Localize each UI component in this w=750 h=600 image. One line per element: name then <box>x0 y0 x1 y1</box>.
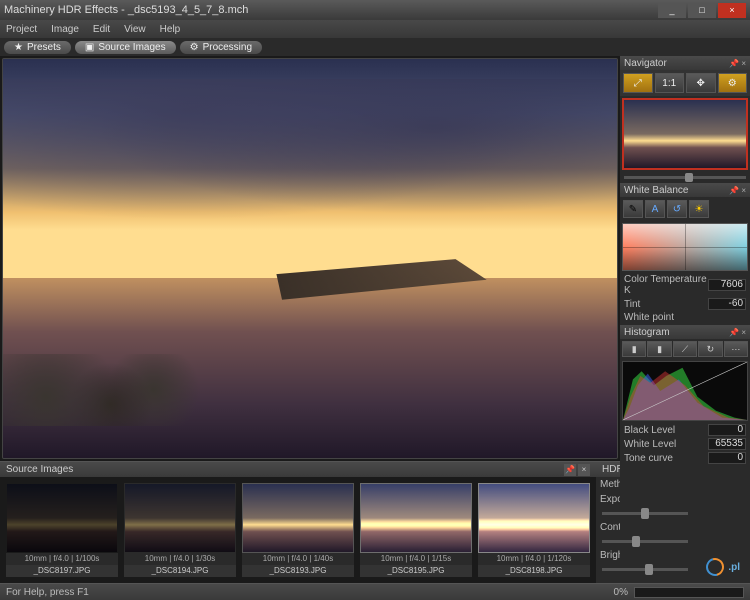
nav-1to1-button[interactable]: 1:1 <box>655 73 685 93</box>
wb-tint-value[interactable]: -60 <box>708 298 746 310</box>
wb-auto-button[interactable]: A <box>645 200 665 218</box>
thumb-filename: _DSC8198.JPG <box>478 565 590 577</box>
thumb-image <box>124 483 236 553</box>
close-icon[interactable]: × <box>741 328 746 337</box>
black-level-label: Black Level <box>624 425 708 436</box>
progress-label: 0% <box>614 587 628 598</box>
pin-icon[interactable]: 📌 <box>729 59 739 68</box>
nav-options-button[interactable]: ⚙ <box>718 73 748 93</box>
thumb-filename: _DSC8197.JPG <box>6 565 118 577</box>
grid-icon: ▣ <box>85 42 94 53</box>
black-level-value[interactable]: 0 <box>708 424 746 436</box>
white-level-label: White Level <box>624 439 708 450</box>
thumb-meta: 10mm | f/4.0 | 1/40s <box>242 553 354 565</box>
close-icon[interactable]: × <box>741 59 746 68</box>
nav-fit-button[interactable]: ⤢ <box>623 73 653 93</box>
thumb-image <box>478 483 590 553</box>
tab-presets-label: Presets <box>27 42 61 53</box>
minimize-button[interactable]: _ <box>658 3 686 18</box>
hist-lum-button[interactable]: ▮ <box>647 341 671 357</box>
histogram-display[interactable] <box>622 361 748 421</box>
maximize-button[interactable]: □ <box>688 3 716 18</box>
white-balance-panel: White Balance 📌× ✎ A ↺ ☀ Color Temperatur… <box>620 183 750 324</box>
thumb-image <box>360 483 472 553</box>
tone-curve-value[interactable]: 0 <box>708 452 746 464</box>
thumb-meta: 10mm | f/4.0 | 1/30s <box>124 553 236 565</box>
source-thumb[interactable]: 10mm | f/4.0 | 1/15s_DSC8195.JPG <box>360 483 472 577</box>
tab-source-images[interactable]: ▣ Source Images <box>75 41 176 54</box>
menu-help[interactable]: Help <box>160 24 181 35</box>
tab-source-label: Source Images <box>98 42 165 53</box>
hist-refresh-button[interactable]: ↻ <box>698 341 722 357</box>
thumb-meta: 10mm | f/4.0 | 1/100s <box>6 553 118 565</box>
wb-picker-button[interactable]: ✎ <box>623 200 643 218</box>
navigator-title: Navigator <box>624 58 667 69</box>
close-button[interactable]: × <box>718 3 746 18</box>
watermark: .pl <box>706 558 740 576</box>
thumb-meta: 10mm | f/4.0 | 1/15s <box>360 553 472 565</box>
menu-view[interactable]: View <box>124 24 146 35</box>
source-thumb[interactable]: 10mm | f/4.0 | 1/30s_DSC8194.JPG <box>124 483 236 577</box>
statusbar: For Help, press F1 0% <box>0 583 750 600</box>
wb-sun-button[interactable]: ☀ <box>689 200 709 218</box>
watermark-text: .pl <box>728 562 740 573</box>
wb-reset-button[interactable]: ↺ <box>667 200 687 218</box>
pin-icon[interactable]: 📌 <box>729 186 739 195</box>
tone-curve-label: Tone curve <box>624 453 708 464</box>
main-preview[interactable] <box>2 58 618 459</box>
histogram-title: Histogram <box>624 327 670 338</box>
hist-rgb-button[interactable]: ▮ <box>622 341 646 357</box>
menu-project[interactable]: Project <box>6 24 37 35</box>
navigator-zoom-slider[interactable] <box>620 172 750 182</box>
wb-temp-value[interactable]: 7606 <box>708 279 746 291</box>
window-title: Machinery HDR Effects - _dsc5193_4_5_7_8… <box>4 4 658 16</box>
wb-temp-label: Color Temperature K <box>624 274 708 296</box>
thumb-image <box>242 483 354 553</box>
preview-image <box>3 59 617 458</box>
hist-curve-button[interactable]: ⟋ <box>673 341 697 357</box>
wb-tint-label: Tint <box>624 299 708 310</box>
navigator-preview[interactable] <box>622 98 748 170</box>
star-icon: ★ <box>14 42 23 53</box>
panel-close-icon[interactable]: × <box>578 464 590 476</box>
nav-pan-button[interactable]: ✥ <box>686 73 716 93</box>
swirl-icon <box>703 555 728 580</box>
menu-image[interactable]: Image <box>51 24 79 35</box>
thumb-filename: _DSC8194.JPG <box>124 565 236 577</box>
source-panel-title: Source Images <box>6 464 73 475</box>
gear-icon: ⚙ <box>190 42 199 53</box>
navigator-panel: Navigator 📌× ⤢ 1:1 ✥ ⚙ <box>620 56 750 182</box>
menu-edit[interactable]: Edit <box>93 24 110 35</box>
titlebar: Machinery HDR Effects - _dsc5193_4_5_7_8… <box>0 0 750 20</box>
wb-whitepoint-label: White point <box>624 312 746 323</box>
tab-bar: ★ Presets ▣ Source Images ⚙ Processing <box>0 38 750 56</box>
thumb-filename: _DSC8193.JPG <box>242 565 354 577</box>
progress-bar <box>634 587 744 598</box>
status-help-text: For Help, press F1 <box>6 587 89 598</box>
menubar: Project Image Edit View Help <box>0 20 750 38</box>
hist-more-button[interactable]: ⋯ <box>724 341 748 357</box>
tab-presets[interactable]: ★ Presets <box>4 41 71 54</box>
tab-processing[interactable]: ⚙ Processing <box>180 41 262 54</box>
source-thumb[interactable]: 10mm | f/4.0 | 1/120s_DSC8198.JPG <box>478 483 590 577</box>
tab-processing-label: Processing <box>203 42 252 53</box>
source-images-panel: Source Images 📌 × 10mm | f/4.0 | 1/100s_… <box>0 461 596 583</box>
wb-title: White Balance <box>624 185 688 196</box>
source-thumb[interactable]: 10mm | f/4.0 | 1/40s_DSC8193.JPG <box>242 483 354 577</box>
wb-color-picker[interactable] <box>622 223 748 271</box>
panel-pin-icon[interactable]: 📌 <box>564 464 576 476</box>
source-thumb[interactable]: 10mm | f/4.0 | 1/100s_DSC8197.JPG <box>6 483 118 577</box>
thumb-image <box>6 483 118 553</box>
thumb-meta: 10mm | f/4.0 | 1/120s <box>478 553 590 565</box>
close-icon[interactable]: × <box>741 186 746 195</box>
thumb-filename: _DSC8195.JPG <box>360 565 472 577</box>
white-level-value[interactable]: 65535 <box>708 438 746 450</box>
pin-icon[interactable]: 📌 <box>729 328 739 337</box>
